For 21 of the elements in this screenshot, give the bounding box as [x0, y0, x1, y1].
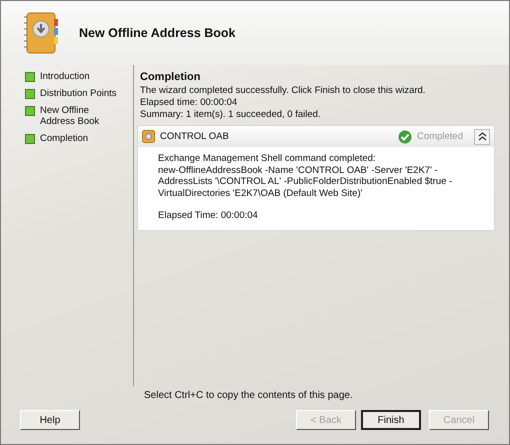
- command-output: Exchange Management Shell command completed:: [158, 153, 377, 164]
- result-name: CONTROL OAB: [160, 130, 230, 142]
- wizard-step[interactable]: New Offline Address Book: [40, 105, 124, 127]
- window-title: New Offline Address Book: [79, 26, 236, 40]
- wizard-step[interactable]: Distribution Points: [40, 88, 124, 99]
- elapsed-time: Elapsed Time: 00:00:04: [158, 210, 259, 222]
- wizard-step[interactable]: Completion: [40, 133, 124, 144]
- wizard-button[interactable]: Finish: [361, 410, 421, 430]
- result-status: Completed: [417, 130, 463, 142]
- wizard-button[interactable]: Help: [20, 410, 80, 430]
- copy-hint: Select Ctrl+C to copy the contents of this page.: [143, 389, 354, 403]
- wizard-step[interactable]: Introduction: [40, 71, 124, 82]
- elapsed-time: Elapsed time: 00:00:04: [140, 97, 238, 109]
- address-book-icon: [23, 11, 59, 55]
- address-book-icon: [142, 130, 155, 143]
- chevron-icon: [478, 132, 486, 141]
- command-output: new-OfflineAddressBook -Name 'CONTROL OAB' -Server 'E2K7' -AddressLists '\CONTROL AL' -PublicFolderDistributionEnabled $true -VirtualDirectories 'E2K7\OAB (Default Web Site)': [158, 164, 454, 199]
- summary-text: Summary: 1 item(s). 1 succeeded, 0 failed.: [140, 109, 322, 121]
- collapse-button[interactable]: [474, 128, 490, 144]
- completion-message: The wizard completed successfully. Click Finish to close this wizard.: [140, 85, 426, 97]
- page-heading: Completion: [140, 71, 202, 83]
